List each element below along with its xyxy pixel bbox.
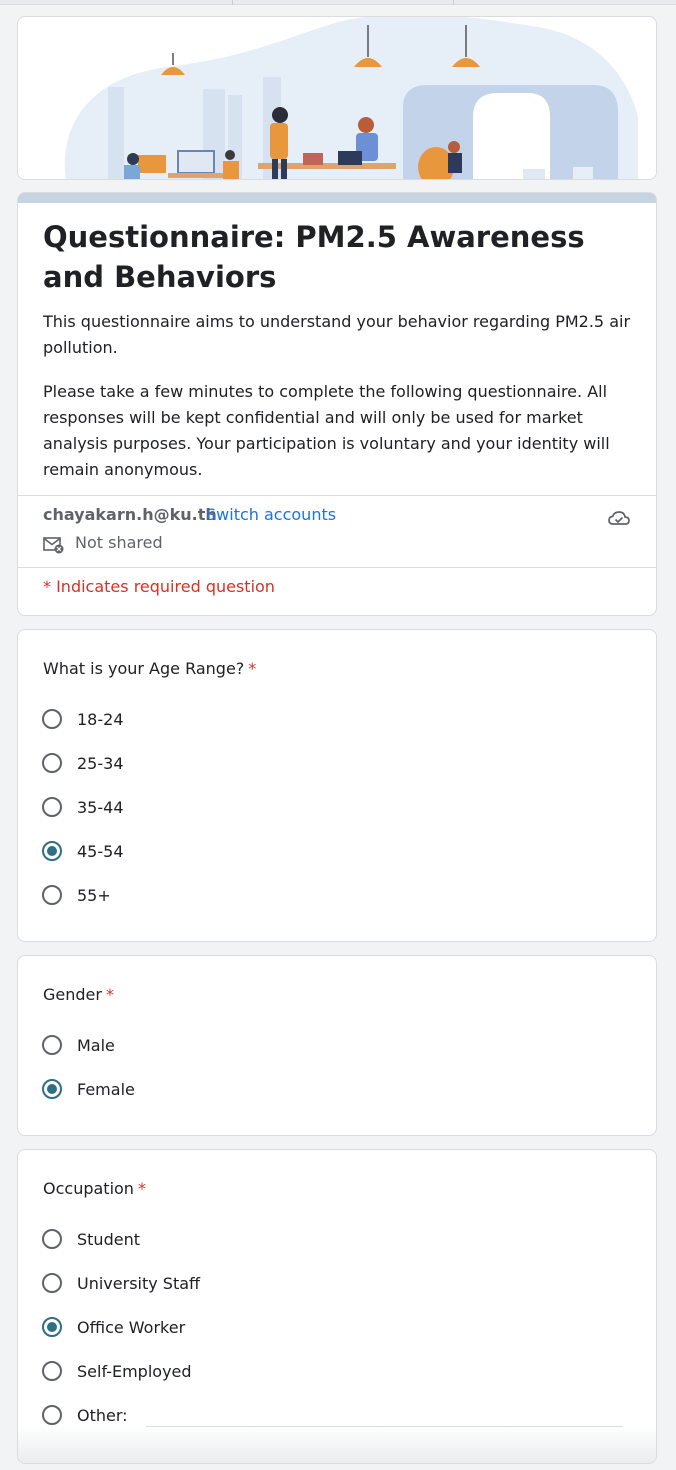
banner-illustration <box>64 17 638 179</box>
radio-option-35-44[interactable]: 35-44 <box>42 795 124 819</box>
header-divider <box>18 495 656 496</box>
required-asterisk: * <box>248 659 257 678</box>
radio-button-icon[interactable] <box>42 1405 62 1425</box>
radio-button-checked-icon[interactable] <box>42 841 62 861</box>
form-banner <box>17 16 657 180</box>
not-shared-label: Not shared <box>75 533 163 552</box>
option-label: Student <box>77 1229 140 1249</box>
radio-option-student[interactable]: Student <box>42 1227 140 1251</box>
account-email: chayakarn.h@ku.th <box>43 505 217 524</box>
radio-button-checked-icon[interactable] <box>42 1079 62 1099</box>
radio-option-university-staff[interactable]: University Staff <box>42 1271 200 1295</box>
question-title-age: What is your Age Range? * <box>43 659 256 678</box>
question-title-text: What is your Age Range? <box>43 659 245 678</box>
cloud-saved-icon[interactable] <box>607 509 631 532</box>
option-label: Male <box>77 1035 115 1055</box>
radio-option-office-worker[interactable]: Office Worker <box>42 1315 185 1339</box>
radio-button-icon[interactable] <box>42 753 62 773</box>
option-label: 45-54 <box>77 841 124 861</box>
radio-option-male[interactable]: Male <box>42 1033 115 1057</box>
header-accent-bar <box>18 193 656 203</box>
radio-button-icon[interactable] <box>42 709 62 729</box>
option-label: 18-24 <box>77 709 124 729</box>
radio-option-18-24[interactable]: 18-24 <box>42 707 124 731</box>
question-card-age: What is your Age Range? * 18-24 25-34 35-… <box>17 629 657 942</box>
question-title-text: Occupation <box>43 1179 134 1198</box>
browser-top-strip <box>0 0 676 5</box>
option-label: 35-44 <box>77 797 124 817</box>
required-question-note: * Indicates required question <box>43 577 275 596</box>
form-title: Questionnaire: PM2.5 Awareness and Behav… <box>43 220 585 294</box>
radio-button-icon[interactable] <box>42 1273 62 1293</box>
radio-button-icon[interactable] <box>42 1229 62 1249</box>
required-asterisk: * <box>105 985 114 1004</box>
switch-accounts-link[interactable]: Switch accounts <box>206 505 336 524</box>
radio-button-icon[interactable] <box>42 885 62 905</box>
radio-button-checked-icon[interactable] <box>42 1317 62 1337</box>
radio-option-45-54[interactable]: 45-54 <box>42 839 124 863</box>
option-label: 55+ <box>77 885 111 905</box>
question-title-occupation: Occupation * <box>43 1179 146 1198</box>
question-card-gender: Gender * Male Female <box>17 955 657 1136</box>
radio-option-55-plus[interactable]: 55+ <box>42 883 111 907</box>
option-label: Self-Employed <box>77 1361 192 1381</box>
radio-button-icon[interactable] <box>42 797 62 817</box>
question-title-text: Gender <box>43 985 102 1004</box>
option-label: Other: <box>77 1405 128 1425</box>
radio-option-self-employed[interactable]: Self-Employed <box>42 1359 192 1383</box>
radio-option-other[interactable]: Other: <box>42 1403 128 1427</box>
radio-option-female[interactable]: Female <box>42 1077 135 1101</box>
required-asterisk: * <box>137 1179 146 1198</box>
question-card-occupation: Occupation * Student University Staff Off… <box>17 1149 657 1464</box>
option-label: University Staff <box>77 1273 201 1293</box>
mail-not-shared-icon <box>43 536 65 559</box>
form-description-intro: This questionnaire aims to understand yo… <box>43 312 631 357</box>
option-label: Office Worker <box>77 1317 186 1337</box>
option-label: Female <box>77 1079 135 1099</box>
radio-option-25-34[interactable]: 25-34 <box>42 751 124 775</box>
option-label: 25-34 <box>77 753 124 773</box>
form-description-details: Please take a few minutes to complete th… <box>43 382 610 479</box>
radio-button-icon[interactable] <box>42 1361 62 1381</box>
scroll-fade <box>18 1425 656 1463</box>
form-header-card: Questionnaire: PM2.5 Awareness and Behav… <box>17 192 657 616</box>
radio-button-icon[interactable] <box>42 1035 62 1055</box>
header-divider-2 <box>18 567 656 568</box>
question-title-gender: Gender * <box>43 985 114 1004</box>
